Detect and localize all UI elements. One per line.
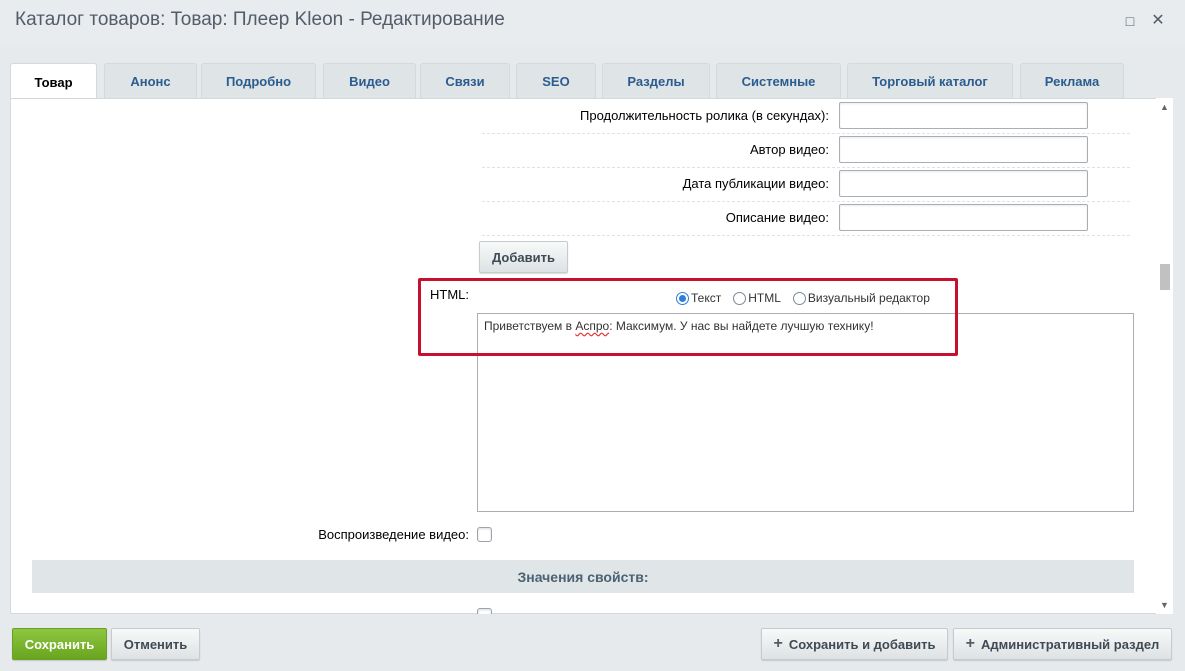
tab-seo[interactable]: SEO xyxy=(516,63,596,98)
close-icon[interactable]: ✕ xyxy=(1150,13,1166,29)
tab-sections[interactable]: Разделы xyxy=(602,63,710,98)
properties-section-header: Значения свойств: xyxy=(32,560,1134,593)
radio-text[interactable]: Текст xyxy=(676,291,721,305)
tab-trade-catalog[interactable]: Торговый каталог xyxy=(847,63,1013,98)
html-content-textarea[interactable]: Приветствуем в Аспро: Максимум. У нас вы… xyxy=(477,313,1134,512)
scroll-thumb[interactable] xyxy=(1160,264,1170,290)
plus-icon: + xyxy=(965,635,976,652)
tab-announce[interactable]: Анонс xyxy=(104,63,197,98)
content-text-start: Приветствуем в xyxy=(484,319,576,333)
scroll-up-icon[interactable]: ▲ xyxy=(1156,100,1173,114)
date-label: Дата публикации видео: xyxy=(682,176,829,191)
row-divider xyxy=(482,201,1130,202)
html-label: HTML: xyxy=(430,287,469,302)
author-input[interactable] xyxy=(839,136,1088,163)
video-playback-label: Воспроизведение видео: xyxy=(318,527,469,542)
tab-product[interactable]: Товар xyxy=(10,63,97,100)
radio-unchecked-icon[interactable] xyxy=(733,291,747,305)
tab-system[interactable]: Системные xyxy=(716,63,841,98)
tab-links[interactable]: Связи xyxy=(420,63,510,98)
section-title: Значения свойств: xyxy=(517,568,649,585)
date-input[interactable] xyxy=(839,170,1088,197)
add-button[interactable]: Добавить xyxy=(479,241,568,273)
description-label: Описание видео: xyxy=(725,210,829,225)
save-and-add-button[interactable]: + Сохранить и добавить xyxy=(761,628,948,660)
radio-html-label: HTML xyxy=(748,291,781,305)
radio-visual-editor[interactable]: Визуальный редактор xyxy=(792,291,930,305)
description-input[interactable] xyxy=(839,204,1088,231)
save-and-add-label: Сохранить и добавить xyxy=(788,636,936,652)
plus-icon: + xyxy=(773,635,783,652)
content-text-end: : Максимум. У нас вы найдете лучшую техн… xyxy=(609,319,874,333)
window-title: Каталог товаров: Товар: Плеер Kleon - Ре… xyxy=(15,9,505,30)
maximize-icon[interactable]: □ xyxy=(1122,13,1138,29)
video-playback-checkbox[interactable] xyxy=(477,527,492,542)
radio-html[interactable]: HTML xyxy=(733,291,781,305)
row-divider xyxy=(482,235,1130,236)
cancel-button[interactable]: Отменить xyxy=(111,628,200,660)
radio-visual-label: Визуальный редактор xyxy=(807,291,930,305)
radio-checked-icon[interactable] xyxy=(676,291,689,305)
row-divider xyxy=(482,167,1130,168)
tab-advertising[interactable]: Реклама xyxy=(1020,63,1124,98)
tab-details[interactable]: Подробно xyxy=(201,63,316,98)
misspelled-word: Аспро xyxy=(575,319,610,333)
editor-mode-radio-group: Текст HTML Визуальный редактор xyxy=(676,291,930,305)
admin-section-button[interactable]: + Административный раздел xyxy=(953,628,1172,660)
next-row-checkbox[interactable] xyxy=(477,608,492,614)
radio-text-label: Текст xyxy=(691,291,722,305)
window-titlebar: Каталог товаров: Товар: Плеер Kleon - Ре… xyxy=(0,0,1185,45)
tab-video[interactable]: Видео xyxy=(323,63,416,98)
duration-label: Продолжительность ролика (в секундах): xyxy=(580,108,829,123)
author-label: Автор видео: xyxy=(750,142,829,157)
row-divider xyxy=(482,133,1130,134)
vertical-scrollbar[interactable]: ▲ ▼ xyxy=(1156,98,1173,614)
scroll-down-icon[interactable]: ▼ xyxy=(1156,598,1173,612)
save-button[interactable]: Сохранить xyxy=(12,628,107,660)
admin-section-label: Административный раздел xyxy=(981,636,1160,652)
radio-unchecked-icon[interactable] xyxy=(792,291,806,305)
duration-input[interactable] xyxy=(839,102,1088,129)
